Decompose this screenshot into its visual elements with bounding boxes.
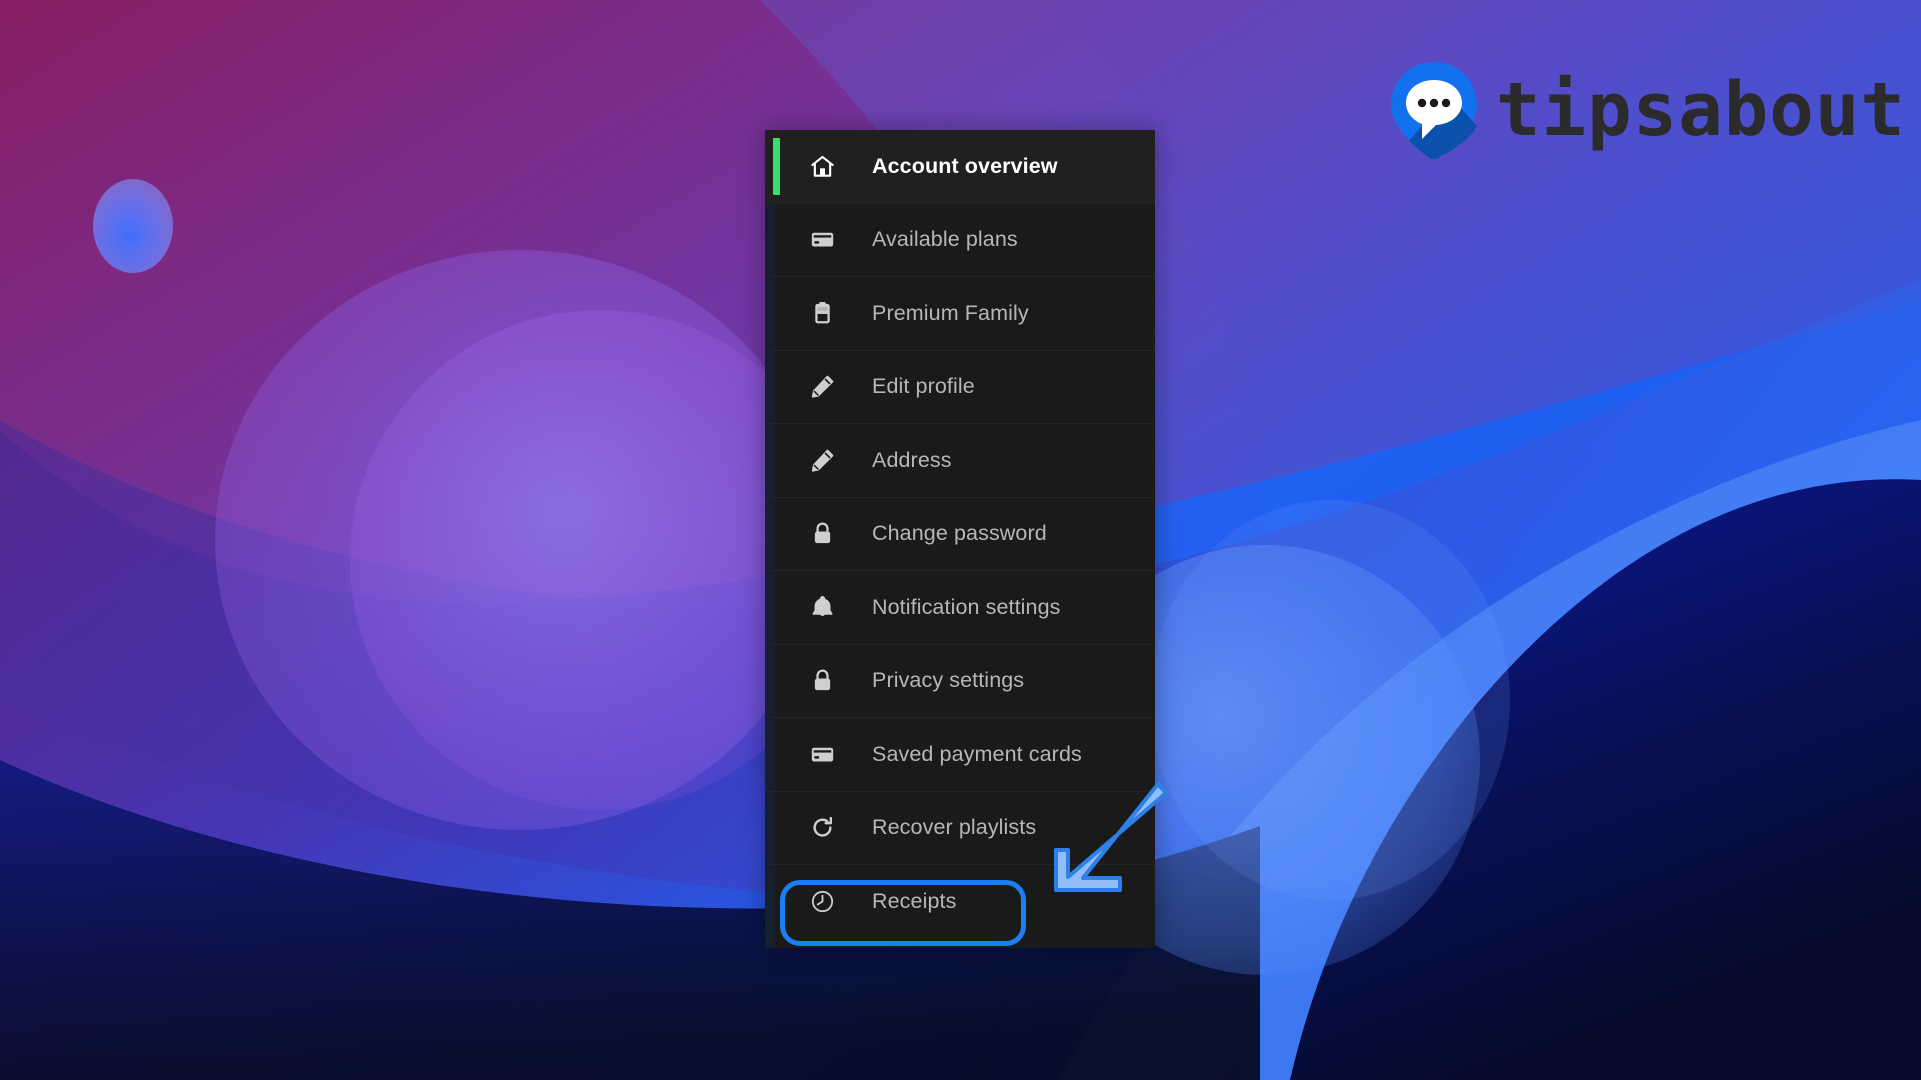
speech-bubble-pin-icon — [1391, 62, 1477, 160]
lock-icon — [807, 519, 837, 549]
brand-wordmark: tipsabout — [1496, 67, 1906, 153]
menu-item-address[interactable]: Address — [765, 424, 1155, 498]
account-settings-menu: Account overview Available plans Premium… — [765, 130, 1155, 948]
menu-item-label: Saved payment cards — [872, 741, 1082, 766]
menu-item-label: Receipts — [872, 889, 957, 914]
refresh-icon — [807, 813, 837, 843]
bell-icon — [807, 592, 837, 622]
clock-history-icon — [807, 887, 837, 917]
menu-list: Account overview Available plans Premium… — [765, 130, 1155, 939]
menu-item-recover-playlists[interactable]: Recover playlists — [765, 792, 1155, 865]
home-icon — [807, 151, 837, 181]
pencil-icon — [807, 372, 837, 402]
menu-item-label: Recover playlists — [872, 815, 1037, 840]
credit-card-icon — [807, 225, 837, 255]
menu-item-change-password[interactable]: Change password — [765, 498, 1155, 571]
menu-item-label: Privacy settings — [872, 668, 1025, 693]
active-indicator-bar — [773, 138, 780, 195]
menu-item-saved-payment-cards[interactable]: Saved payment cards — [765, 718, 1155, 792]
menu-item-premium-family[interactable]: Premium Family — [765, 277, 1155, 351]
credit-card-icon — [807, 739, 837, 769]
menu-item-label: Notification settings — [872, 594, 1061, 619]
menu-item-receipts[interactable]: Receipts — [765, 865, 1155, 939]
menu-item-notification-settings[interactable]: Notification settings — [765, 571, 1155, 645]
menu-item-account-overview[interactable]: Account overview — [765, 130, 1155, 204]
menu-item-available-plans[interactable]: Available plans — [765, 204, 1155, 277]
menu-item-label: Available plans — [872, 227, 1018, 252]
menu-item-label: Address — [872, 447, 952, 472]
menu-item-label: Account overview — [872, 153, 1058, 178]
menu-item-label: Premium Family — [872, 300, 1029, 325]
lock-icon — [807, 666, 837, 696]
menu-item-edit-profile[interactable]: Edit profile — [765, 351, 1155, 424]
menu-item-privacy-settings[interactable]: Privacy settings — [765, 645, 1155, 718]
menu-item-label: Edit profile — [872, 374, 975, 399]
brand-logo: tipsabout — [1386, 60, 1906, 160]
clipboard-icon — [807, 298, 837, 328]
pencil-icon — [807, 445, 837, 475]
menu-item-label: Change password — [872, 521, 1047, 546]
